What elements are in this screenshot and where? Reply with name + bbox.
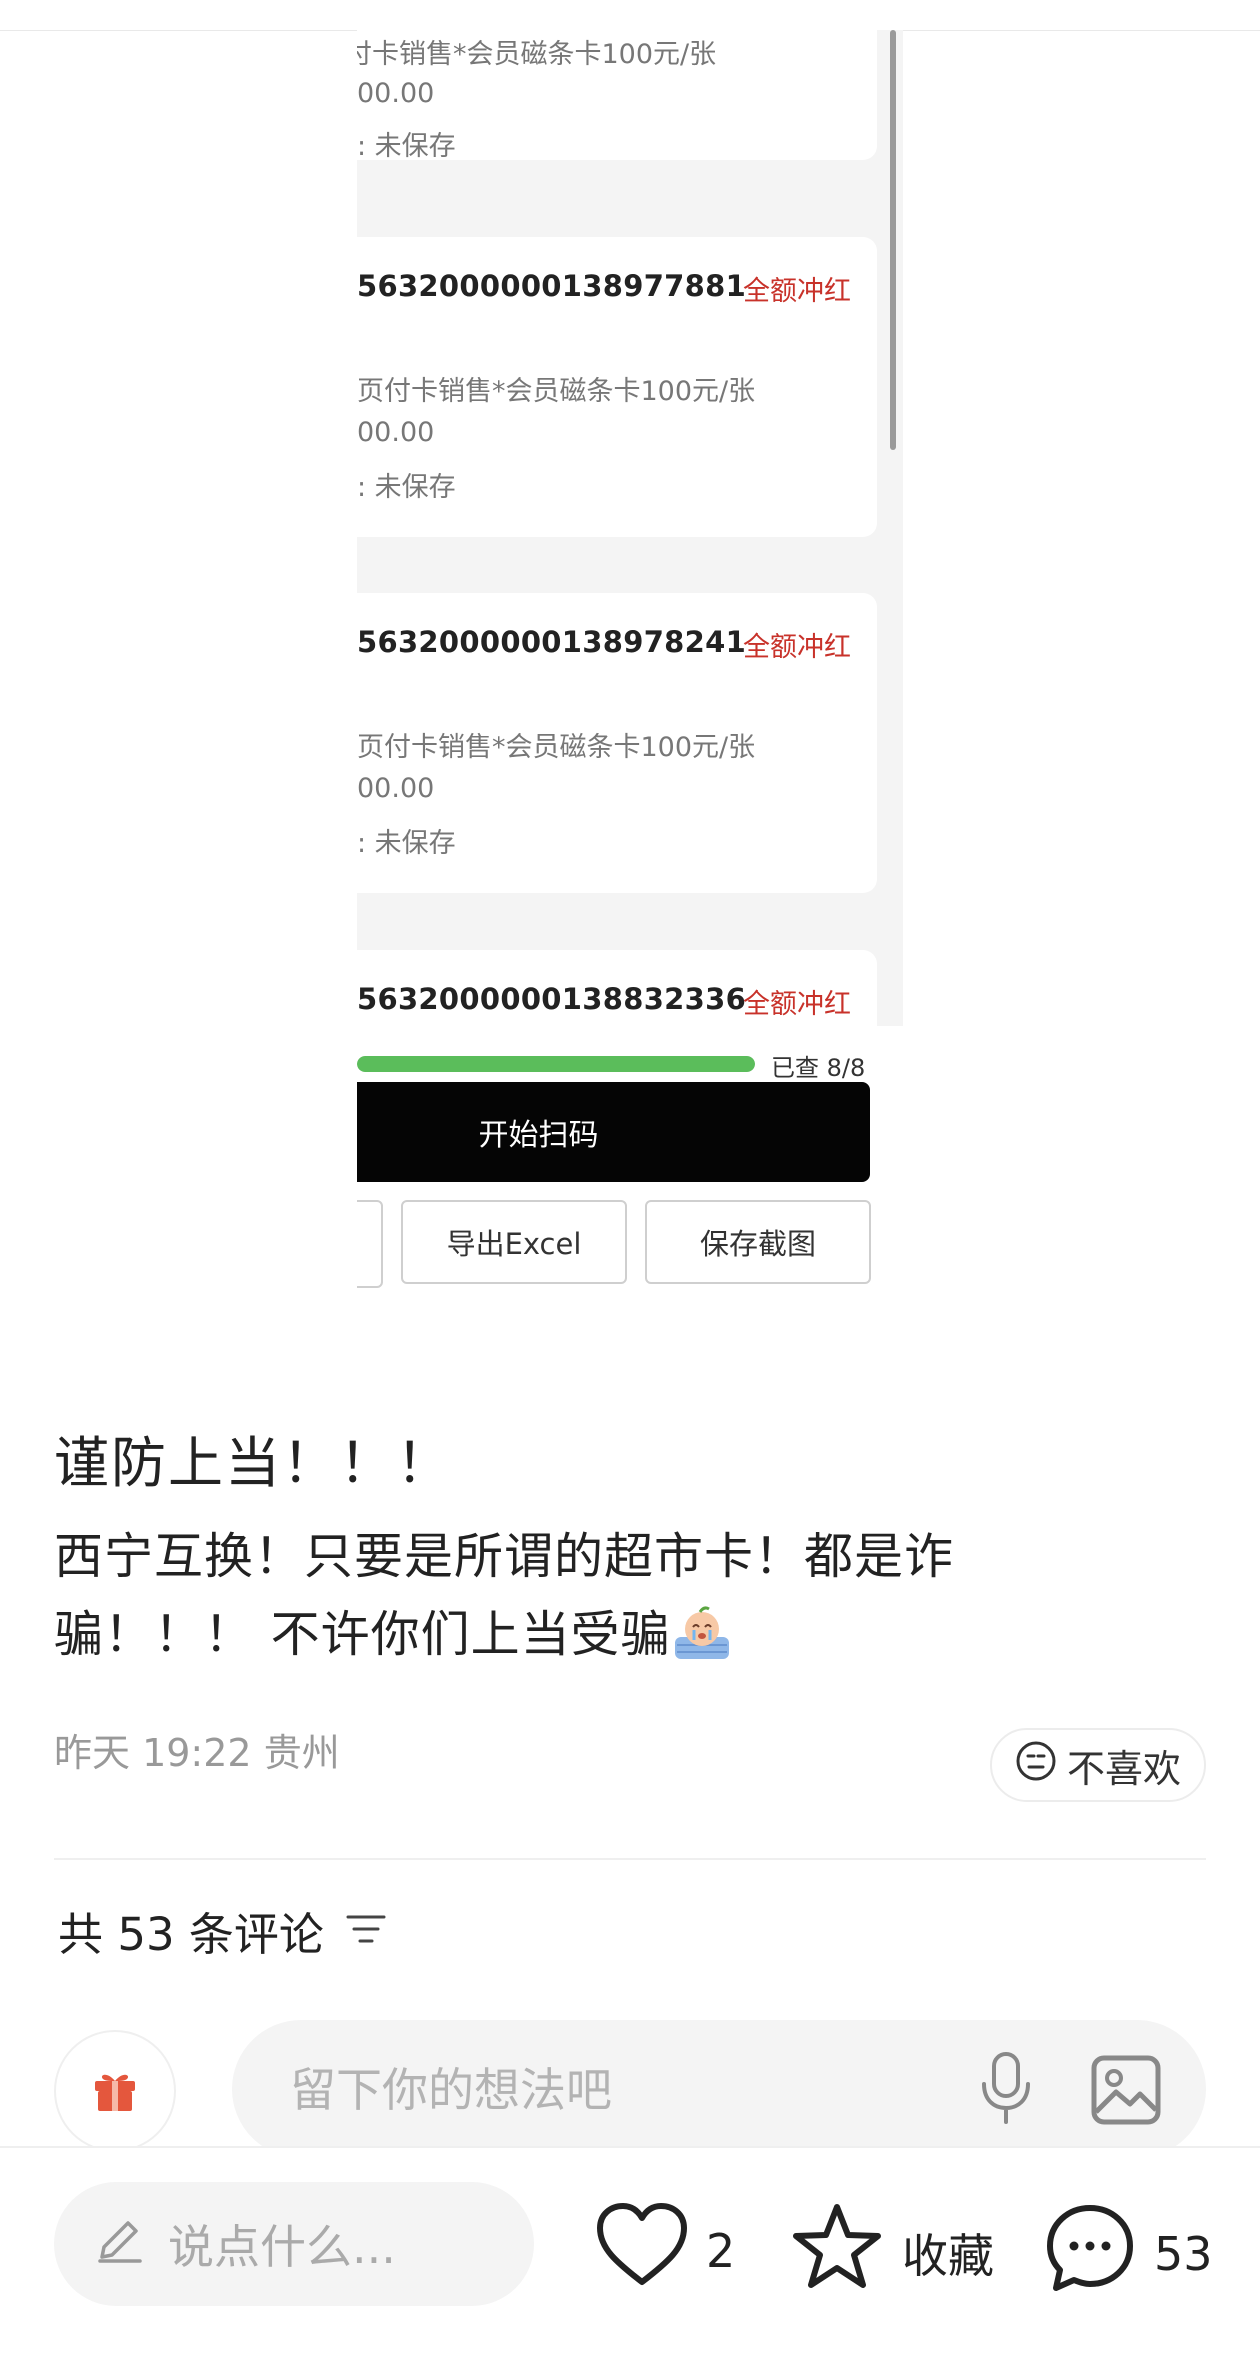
gift-icon (89, 2063, 141, 2119)
record-amount: 00.00 (357, 773, 435, 804)
dislike-label: 不喜欢 (1066, 1746, 1181, 1791)
say-something-placeholder: 说点什么... (168, 2220, 396, 2274)
collect-button[interactable]: 收藏 (790, 2202, 994, 2303)
record-status: 全额冲红 (743, 276, 851, 307)
save-screenshot-button[interactable]: 保存截图 (645, 1200, 871, 1284)
post-location: 贵州 (263, 1731, 340, 1775)
post-image[interactable]: 付卡销售*会员磁条卡100元/张 00.00 : 未保存 56320000001… (357, 30, 903, 1290)
comment-input-box[interactable] (232, 2020, 1206, 2160)
record-card: 5632000000138832336 全额冲红 (357, 950, 877, 1026)
record-status: 全额冲红 (743, 989, 851, 1020)
post-body: 西宁互换！只要是所谓的超市卡！都是诈 骗！！！ 不许你们上当受骗 (54, 1518, 1054, 1674)
comment-input[interactable] (288, 2020, 892, 2160)
record-product: 页付卡销售*会员磁条卡100元/张 (357, 732, 756, 763)
like-count: 2 (706, 2223, 736, 2278)
export-excel-label: 导出Excel (446, 1227, 582, 1261)
post-body-line: 骗！！！ 不许你们上当受骗 (54, 1606, 671, 1663)
record-card: 5632000000138977881 全额冲红 页付卡销售*会员磁条卡100元… (357, 237, 877, 537)
image-icon[interactable] (1090, 2054, 1162, 2130)
record-save-status: : 未保存 (357, 828, 456, 859)
neutral-face-icon (1015, 1740, 1057, 1791)
scan-progress-label: 已查 8/8 (771, 1054, 866, 1082)
save-screenshot-label: 保存截图 (699, 1227, 816, 1261)
like-button[interactable]: 2 (596, 2202, 735, 2299)
record-save-status: : 未保存 (357, 131, 456, 162)
record-card: 付卡销售*会员磁条卡100元/张 00.00 : 未保存 (357, 30, 877, 162)
post-date: 昨天 19:22 (54, 1731, 252, 1775)
record-list: 付卡销售*会员磁条卡100元/张 00.00 : 未保存 56320000001… (357, 30, 903, 1026)
star-icon (790, 2202, 884, 2303)
divider (54, 1858, 1206, 1860)
bottom-action-bar: 说点什么... 2 收藏 53 (0, 2146, 1260, 2366)
post-meta: 昨天 19:22 贵州 (54, 1722, 340, 1777)
post-body-line: 西宁互换！只要是所谓的超市卡！都是诈 (54, 1528, 955, 1585)
chat-bubble-icon (1044, 2202, 1136, 2305)
start-scan-label: 开始扫码 (478, 1118, 599, 1153)
start-scan-button[interactable]: 开始扫码 (357, 1082, 870, 1182)
comment-count: 53 (1154, 2226, 1213, 2281)
gift-button[interactable] (54, 2030, 176, 2152)
comments-header: 共 53 条评论 (58, 1898, 386, 1963)
record-code: 5632000000138977881 (357, 269, 747, 303)
record-card: 5632000000138978241 全额冲红 页付卡销售*会员磁条卡100元… (357, 593, 877, 893)
top-divider (0, 0, 1260, 31)
export-excel-button[interactable]: 导出Excel (401, 1200, 627, 1284)
record-save-status: : 未保存 (357, 472, 456, 503)
record-product: 付卡销售*会员磁条卡100元/张 (357, 39, 717, 70)
cropped-button[interactable] (357, 1200, 383, 1288)
post-title: 谨防上当！！！ (54, 1431, 454, 1495)
pencil-icon (94, 2213, 146, 2276)
sort-icon[interactable] (346, 1904, 386, 1957)
crying-face-emoji-icon (671, 1605, 733, 1661)
scan-progress-fill (357, 1056, 755, 1072)
record-code: 5632000000138832336 (357, 982, 747, 1016)
microphone-icon[interactable] (976, 2050, 1036, 2132)
comments-count-label: 共 53 条评论 (58, 1908, 324, 1961)
record-amount: 00.00 (357, 417, 435, 448)
say-something-input[interactable]: 说点什么... (54, 2182, 534, 2306)
record-product: 页付卡销售*会员磁条卡100元/张 (357, 376, 756, 407)
heart-icon (596, 2202, 688, 2299)
collect-label: 收藏 (902, 2228, 994, 2283)
list-scrollbar[interactable] (890, 30, 896, 450)
dislike-button[interactable]: 不喜欢 (990, 1728, 1206, 1802)
record-code: 5632000000138978241 (357, 625, 747, 659)
record-amount: 00.00 (357, 78, 435, 109)
scan-progress-bar (357, 1056, 755, 1072)
record-status: 全额冲红 (743, 632, 851, 663)
comment-button[interactable]: 53 (1044, 2202, 1213, 2305)
